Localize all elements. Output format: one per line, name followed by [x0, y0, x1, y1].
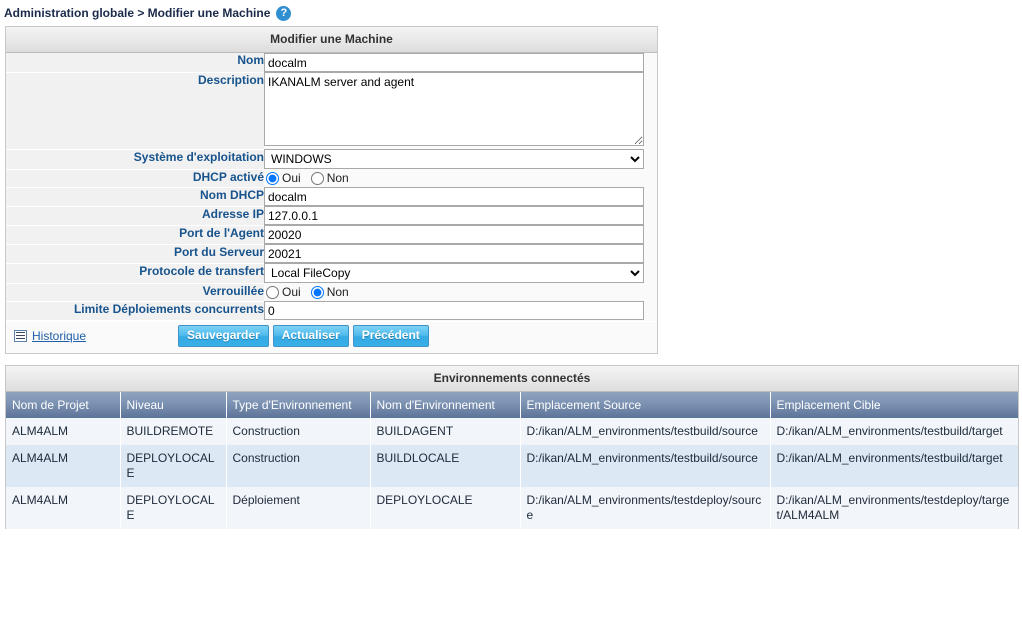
- dhcp-name-input[interactable]: [264, 187, 644, 206]
- environments-table: Nom de Projet Niveau Type d'Environnemen…: [6, 391, 1018, 529]
- cell-type: Construction: [226, 417, 371, 445]
- breadcrumb-text: Administration globale > Modifier une Ma…: [4, 6, 271, 20]
- locked-yes-label: Oui: [282, 285, 301, 299]
- transfer-protocol-select[interactable]: Local FileCopy: [264, 263, 644, 283]
- form-row-server-port: Port du Serveur: [6, 244, 657, 264]
- form-row-ip: Adresse IP: [6, 206, 657, 226]
- column-header-level[interactable]: Niveau: [120, 391, 227, 418]
- form-row-os: Système d'exploitation WINDOWS: [6, 149, 657, 170]
- cell-target: D:/ikan/ALM_environments/testbuild/targe…: [770, 417, 1018, 445]
- panel-body: Nom Description IKANALM server and agent…: [6, 53, 657, 353]
- locked-radio-group: Oui Non: [264, 283, 657, 301]
- panel-title: Modifier une Machine: [6, 27, 657, 53]
- cell-target: D:/ikan/ALM_environments/testdeploy/targ…: [770, 486, 1018, 529]
- cell-source: D:/ikan/ALM_environments/testdeploy/sour…: [520, 486, 771, 529]
- form-row-transfer-protocol: Protocole de transfert Local FileCopy: [6, 263, 657, 284]
- refresh-button[interactable]: Actualiser: [272, 325, 349, 347]
- cell-type: Déploiement: [226, 486, 371, 529]
- cell-level: DEPLOYLOCALE: [120, 444, 227, 487]
- locked-no-radio[interactable]: [310, 285, 324, 299]
- edit-machine-panel: Modifier une Machine Nom Description IKA…: [5, 26, 658, 354]
- dhcp-enabled-yes-label: Oui: [282, 171, 301, 185]
- history-link[interactable]: Historique: [32, 329, 86, 343]
- label-description: Description: [6, 72, 264, 150]
- cell-project: ALM4ALM: [6, 486, 121, 529]
- column-header-name[interactable]: Nom d'Environnement: [370, 391, 521, 418]
- dhcp-enabled-radio-group: Oui Non: [264, 169, 657, 187]
- form-row-description: Description IKANALM server and agent: [6, 72, 657, 150]
- label-deploy-limit: Limite Déploiements concurrents: [6, 301, 264, 321]
- agent-port-input[interactable]: [264, 225, 644, 244]
- breadcrumb: Administration globale > Modifier une Ma…: [0, 0, 1022, 26]
- form-row-deploy-limit: Limite Déploiements concurrents: [6, 301, 657, 321]
- cell-level: BUILDREMOTE: [120, 417, 227, 445]
- dhcp-enabled-yes-radio[interactable]: [266, 171, 279, 185]
- label-server-port: Port du Serveur: [6, 244, 264, 264]
- button-group: Sauvegarder Actualiser Précédent: [178, 325, 429, 347]
- form-row-nom: Nom: [6, 53, 657, 73]
- cell-level: DEPLOYLOCALE: [120, 486, 227, 529]
- cell-source: D:/ikan/ALM_environments/testbuild/sourc…: [520, 444, 771, 487]
- column-header-source[interactable]: Emplacement Source: [520, 391, 771, 418]
- dhcp-enabled-yes[interactable]: Oui: [266, 171, 301, 185]
- label-agent-port: Port de l'Agent: [6, 225, 264, 245]
- os-select[interactable]: WINDOWS: [264, 149, 644, 169]
- table-row[interactable]: ALM4ALM DEPLOYLOCALE Construction BUILDL…: [6, 444, 1018, 487]
- table-grid-icon: [14, 330, 27, 342]
- column-header-target[interactable]: Emplacement Cible: [770, 391, 1018, 418]
- back-button[interactable]: Précédent: [352, 325, 429, 347]
- label-locked: Verrouillée: [6, 283, 264, 302]
- save-button[interactable]: Sauvegarder: [178, 325, 269, 347]
- cell-name: BUILDLOCALE: [370, 444, 521, 487]
- form-row-dhcp-name: Nom DHCP: [6, 187, 657, 207]
- table-row[interactable]: ALM4ALM BUILDREMOTE Construction BUILDAG…: [6, 417, 1018, 445]
- column-header-project[interactable]: Nom de Projet: [6, 391, 121, 418]
- ip-input[interactable]: [264, 206, 644, 225]
- dhcp-enabled-no-radio[interactable]: [310, 171, 324, 185]
- locked-no[interactable]: Non: [310, 285, 349, 299]
- cell-type: Construction: [226, 444, 371, 487]
- dhcp-enabled-no[interactable]: Non: [310, 171, 349, 185]
- locked-yes-radio[interactable]: [266, 285, 279, 299]
- action-bar: Historique Sauvegarder Actualiser Précéd…: [6, 320, 657, 353]
- locked-no-label: Non: [326, 285, 349, 299]
- form-row-locked: Verrouillée Oui Non: [6, 283, 657, 302]
- description-textarea[interactable]: IKANALM server and agent: [264, 72, 644, 146]
- environments-panel-title: Environnements connectés: [6, 365, 1018, 392]
- form-row-agent-port: Port de l'Agent: [6, 225, 657, 245]
- table-row[interactable]: ALM4ALM DEPLOYLOCALE Déploiement DEPLOYL…: [6, 486, 1018, 529]
- label-nom: Nom: [6, 53, 264, 73]
- label-ip: Adresse IP: [6, 206, 264, 226]
- deploy-limit-input[interactable]: [264, 301, 644, 320]
- server-port-input[interactable]: [264, 244, 644, 263]
- history-link-group[interactable]: Historique: [14, 329, 86, 343]
- cell-name: BUILDAGENT: [370, 417, 521, 445]
- label-dhcp-enabled: DHCP activé: [6, 169, 264, 188]
- table-header-row: Nom de Projet Niveau Type d'Environnemen…: [6, 391, 1018, 418]
- dhcp-enabled-no-label: Non: [326, 171, 349, 185]
- nom-input[interactable]: [264, 53, 644, 72]
- form-row-dhcp-enabled: DHCP activé Oui Non: [6, 169, 657, 188]
- cell-source: D:/ikan/ALM_environments/testbuild/sourc…: [520, 417, 771, 445]
- cell-name: DEPLOYLOCALE: [370, 486, 521, 529]
- help-circle-icon[interactable]: ?: [276, 5, 292, 21]
- locked-yes[interactable]: Oui: [266, 285, 301, 299]
- label-os: Système d'exploitation: [6, 149, 264, 170]
- cell-target: D:/ikan/ALM_environments/testbuild/targe…: [770, 444, 1018, 487]
- cell-project: ALM4ALM: [6, 417, 121, 445]
- connected-environments-panel: Environnements connectés Nom de Projet N…: [5, 364, 1019, 529]
- cell-project: ALM4ALM: [6, 444, 121, 487]
- label-dhcp-name: Nom DHCP: [6, 187, 264, 207]
- label-transfer-protocol: Protocole de transfert: [6, 263, 264, 284]
- column-header-type[interactable]: Type d'Environnement: [226, 391, 371, 418]
